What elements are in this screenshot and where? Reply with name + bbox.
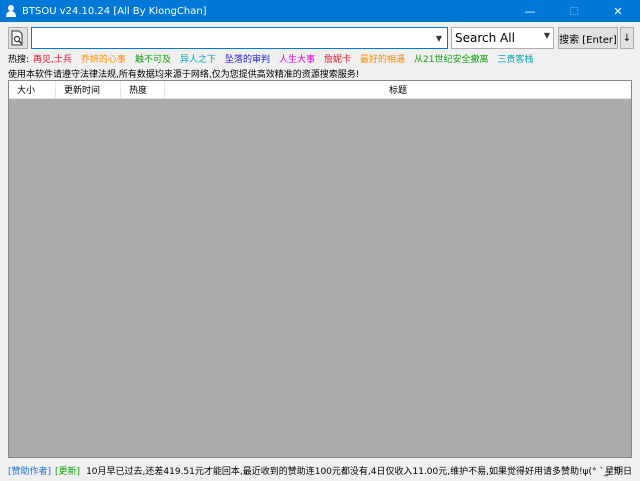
window-title: BTSOU v24.10.24 [All By KiongChan] — [22, 5, 207, 17]
list-header: 大小 更新时间 热度 标题 — [9, 81, 631, 99]
weekday-label: 星期日 — [604, 467, 632, 477]
update-link[interactable]: [更新] — [55, 464, 80, 477]
maximize-button[interactable]: ☐ — [552, 0, 596, 22]
search-toolbar: ▼ Search All ▼ 搜索 [Enter] ↓ 热搜: 再见,士兵 乔妍… — [0, 22, 640, 80]
hot-search-item[interactable]: 最好的相遇 — [360, 52, 405, 66]
document-search-button[interactable] — [8, 27, 28, 49]
legal-notice: 使用本软件请遵守法律法规,所有数据均来源于网络,仅为您提供高效精准的资源搜索服务… — [8, 70, 360, 80]
hot-search-label: 热搜: — [8, 55, 30, 65]
status-message: 10月早已过去,还差419.51元才能回本,最近收到的赞助连100元都没有,4日… — [86, 467, 621, 477]
close-button[interactable]: ✕ — [596, 0, 640, 22]
search-input-combo[interactable]: ▼ — [31, 27, 448, 49]
hot-search-item[interactable]: 从21世纪安全撤离 — [414, 52, 488, 66]
hot-search-item[interactable]: 异人之下 — [180, 52, 216, 66]
engine-select[interactable]: Search All ▼ — [451, 27, 554, 49]
column-header-updated[interactable]: 更新时间 — [56, 81, 121, 98]
minimize-button[interactable]: — — [508, 0, 552, 22]
column-header-title[interactable]: 标题 — [165, 81, 631, 98]
hot-search-item[interactable]: 三贵客栈 — [497, 52, 533, 66]
hot-search-item[interactable]: 詹妮卡 — [324, 52, 351, 66]
sponsor-link[interactable]: [赞助作者] — [8, 464, 51, 477]
hot-search-bar: 热搜: 再见,士兵 乔妍的心事 触不可及 异人之下 坠落的审判 人生大事 詹妮卡… — [8, 52, 543, 66]
column-header-heat[interactable]: 热度 — [121, 81, 165, 98]
hot-search-item[interactable]: 再见,士兵 — [33, 52, 72, 66]
title-bar: BTSOU v24.10.24 [All By KiongChan] — ☐ ✕ — [0, 0, 640, 22]
search-input[interactable] — [32, 28, 427, 48]
hot-search-item[interactable]: 坠落的审判 — [225, 52, 270, 66]
results-list[interactable]: 大小 更新时间 热度 标题 — [8, 80, 632, 458]
document-search-icon — [11, 30, 23, 46]
chevron-down-icon: ▼ — [543, 31, 550, 40]
engine-selected-value: Search All — [455, 31, 515, 45]
window-controls: — ☐ ✕ — [508, 0, 640, 22]
hot-search-item[interactable]: 乔妍的心事 — [81, 52, 126, 66]
more-button[interactable]: ↓ — [620, 27, 634, 49]
column-header-size[interactable]: 大小 — [9, 81, 56, 98]
status-bar: [赞助作者] [更新] 10月早已过去,还差419.51元才能回本,最近收到的赞… — [0, 460, 640, 481]
hot-search-item[interactable]: 人生大事 — [279, 52, 315, 66]
hot-search-item[interactable]: 触不可及 — [135, 52, 171, 66]
chevron-down-icon[interactable]: ▼ — [431, 28, 447, 48]
search-button[interactable]: 搜索 [Enter] — [558, 27, 618, 49]
user-icon — [5, 5, 17, 17]
